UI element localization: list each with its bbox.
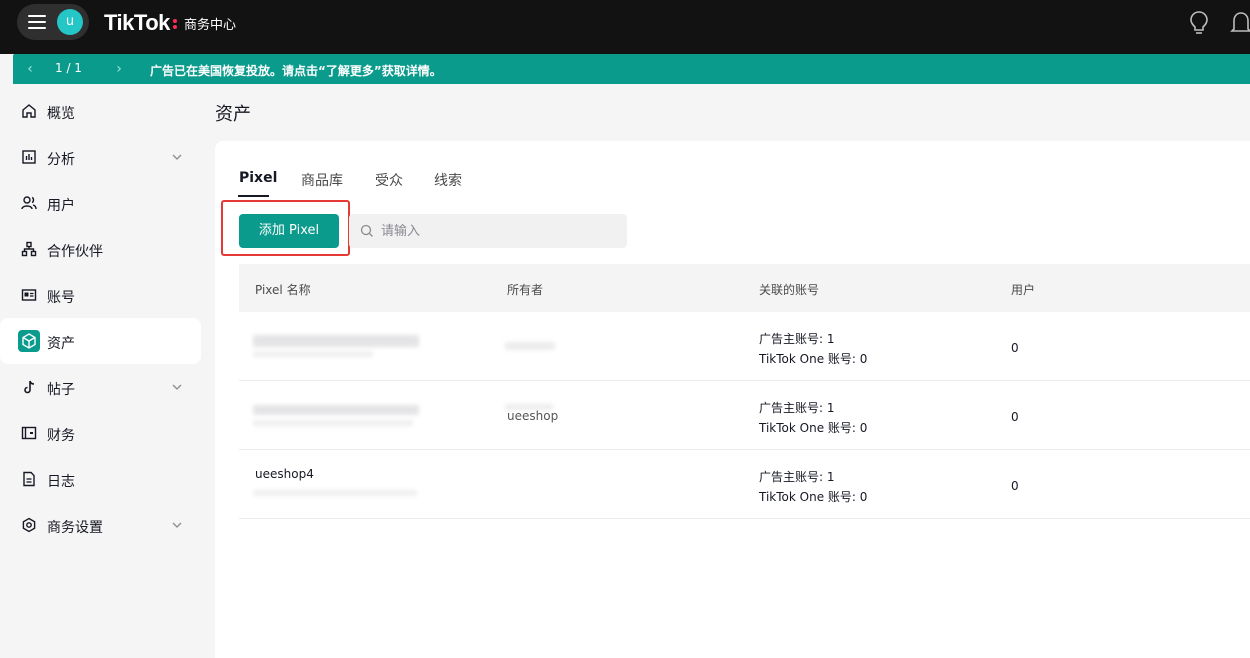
- column-header-users: 用户: [1011, 283, 1036, 297]
- id-card-icon: [21, 289, 37, 301]
- sidebar: 概览 分析 用户 合作伙伴 账号 资产 帖子 财务 日志 商务设置: [0, 84, 214, 658]
- column-header-owner: 所有者: [507, 283, 544, 297]
- partners-icon: [21, 241, 37, 257]
- user-count: 0: [1011, 341, 1019, 355]
- avatar: u: [57, 9, 83, 35]
- tab-leads[interactable]: 线索: [434, 170, 462, 190]
- advertiser-account-count: 广告主账号: 1: [759, 332, 835, 346]
- column-header-linked-accounts: 关联的账号: [759, 283, 820, 297]
- sidebar-item-posts[interactable]: 帖子: [0, 364, 201, 410]
- assets-panel: Pixel 商品库 受众 线索 添加 Pixel Pixel 名称 所有者 关联…: [215, 141, 1250, 658]
- redacted-pixel-id: [253, 351, 373, 357]
- sidebar-item-partners[interactable]: 合作伙伴: [0, 226, 201, 272]
- search-icon: [360, 224, 373, 237]
- chevron-down-icon: [172, 384, 182, 390]
- redacted-pixel-id: [253, 490, 417, 496]
- sidebar-item-logs[interactable]: 日志: [0, 456, 201, 502]
- table-header: Pixel 名称 所有者 关联的账号 用户: [239, 264, 1250, 312]
- chart-icon: [22, 150, 36, 164]
- brand-subtitle: 商务中心: [184, 18, 237, 33]
- sidebar-item-assets[interactable]: 资产: [0, 318, 201, 364]
- sidebar-item-label: 账号: [47, 290, 75, 306]
- redacted-pixel-name: [253, 335, 419, 347]
- sidebar-item-label: 帖子: [47, 382, 75, 398]
- account-menu-button[interactable]: u: [17, 4, 89, 40]
- hamburger-icon: [28, 15, 46, 29]
- owner: ueeshop: [507, 409, 559, 423]
- pixel-name[interactable]: ueeshop4: [255, 467, 314, 481]
- redacted-owner: [505, 342, 555, 350]
- column-header-pixel-name: Pixel 名称: [255, 283, 311, 297]
- table-row[interactable]: ueeshop4 广告主账号: 1 TikTok One 账号: 0 0: [239, 450, 1250, 519]
- sidebar-item-label: 分析: [47, 152, 75, 168]
- tiktok-note-icon: [24, 380, 35, 394]
- page-title: 资产: [215, 104, 251, 125]
- document-icon: [23, 471, 35, 487]
- brand-separator: [173, 19, 177, 29]
- sidebar-item-label: 用户: [47, 198, 75, 214]
- sidebar-item-label: 概览: [47, 106, 75, 122]
- tiktok-one-account-count: TikTok One 账号: 0: [759, 421, 868, 435]
- brand-logo[interactable]: TikTok: [104, 10, 170, 36]
- announcement-message[interactable]: 广告已在美国恢复投放。请点击“了解更多”获取详情。: [150, 62, 442, 79]
- bell-icon[interactable]: [1230, 10, 1250, 36]
- chevron-down-icon: [172, 522, 182, 528]
- active-tab-indicator: [238, 195, 269, 197]
- tiktok-one-account-count: TikTok One 账号: 0: [759, 490, 868, 504]
- sidebar-item-overview[interactable]: 概览: [0, 88, 201, 134]
- search-input[interactable]: [381, 214, 621, 248]
- cube-icon: [18, 330, 40, 352]
- sidebar-item-users[interactable]: 用户: [0, 180, 201, 226]
- users-icon: [21, 196, 37, 210]
- redacted-pixel-name: [253, 405, 419, 415]
- advertiser-account-count: 广告主账号: 1: [759, 401, 835, 415]
- table-row[interactable]: 广告主账号: 1 TikTok One 账号: 0 0: [239, 312, 1250, 381]
- table-row[interactable]: ueeshop 广告主账号: 1 TikTok One 账号: 0 0: [239, 381, 1250, 450]
- announcement-pager: 1 / 1: [55, 61, 82, 75]
- announcement-bar: ‹ 1 / 1 › 广告已在美国恢复投放。请点击“了解更多”获取详情。: [13, 54, 1250, 84]
- wallet-icon: [21, 426, 37, 440]
- settings-icon: [22, 517, 36, 533]
- tab-catalog[interactable]: 商品库: [301, 170, 343, 190]
- sidebar-item-label: 财务: [47, 428, 75, 444]
- tiktok-one-account-count: TikTok One 账号: 0: [759, 352, 868, 366]
- top-header: u TikTok 商务中心: [0, 0, 1250, 54]
- add-pixel-button[interactable]: 添加 Pixel: [239, 214, 339, 248]
- sidebar-item-label: 日志: [47, 474, 75, 490]
- chevron-down-icon: [172, 154, 182, 160]
- chevron-right-icon[interactable]: ›: [112, 60, 126, 78]
- chevron-left-icon[interactable]: ‹: [23, 60, 37, 78]
- sidebar-item-label: 资产: [47, 336, 75, 352]
- sidebar-item-business-settings[interactable]: 商务设置: [0, 502, 201, 548]
- sidebar-item-label: 合作伙伴: [47, 244, 103, 260]
- tab-audience[interactable]: 受众: [375, 170, 403, 190]
- tab-pixel[interactable]: Pixel: [239, 170, 277, 186]
- lightbulb-icon[interactable]: [1188, 10, 1210, 36]
- search-box: [349, 214, 627, 248]
- sidebar-item-analytics[interactable]: 分析: [0, 134, 201, 180]
- advertiser-account-count: 广告主账号: 1: [759, 470, 835, 484]
- sidebar-item-label: 商务设置: [47, 520, 103, 536]
- user-count: 0: [1011, 410, 1019, 424]
- sidebar-item-accounts[interactable]: 账号: [0, 272, 201, 318]
- sidebar-item-finance[interactable]: 财务: [0, 410, 201, 456]
- user-count: 0: [1011, 479, 1019, 493]
- home-icon: [22, 104, 36, 118]
- redacted-pixel-id: [253, 420, 413, 426]
